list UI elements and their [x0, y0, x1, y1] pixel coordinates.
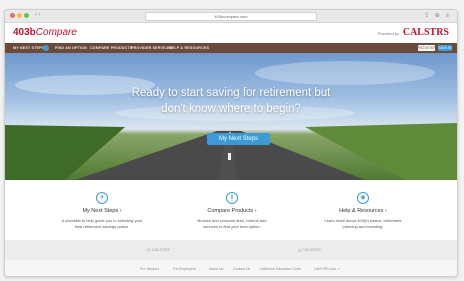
- close-window-icon[interactable]: [10, 13, 15, 18]
- footer-link-about[interactable]: About Us: [209, 267, 223, 271]
- my-next-steps-button[interactable]: My Next Steps: [207, 133, 270, 145]
- nav-my-next-steps[interactable]: MY NEXT STEPS: [13, 46, 44, 50]
- hero-headline: Ready to start saving for retirement but…: [5, 85, 457, 117]
- maximize-window-icon[interactable]: [24, 13, 29, 18]
- feature-title[interactable]: Compare Products ›: [162, 208, 302, 214]
- address-bar[interactable]: 403bcompare.com: [145, 12, 317, 21]
- footer-logo-left[interactable]: ◎ CALSTRS: [147, 247, 170, 252]
- feature-description: Learn more about 403(b) basics, retireme…: [293, 218, 433, 229]
- footer-link-employers[interactable]: For Employers: [173, 267, 196, 271]
- nav-compare-products[interactable]: COMPARE PRODUCTS: [90, 46, 132, 50]
- browser-tools-icons[interactable]: ⇪ ⊕ ≡: [424, 12, 451, 19]
- nav-provider-services[interactable]: PROVIDER SERVICES: [131, 46, 172, 50]
- logo-prefix: 403b: [13, 27, 36, 38]
- nav-help-resources[interactable]: HELP & RESOURCES: [169, 46, 209, 50]
- footer-links: For Vendors For Employers About Us Conta…: [5, 260, 457, 276]
- feature-help-resources[interactable]: ◉ Help & Resources › Learn more about 40…: [293, 186, 433, 229]
- nav-badge: [43, 45, 49, 51]
- footer-logo-right[interactable]: ◬ CALSTRS: [298, 247, 321, 252]
- feature-description: Browse and compare fees, returns and ser…: [162, 218, 302, 229]
- footer-link-contact[interactable]: Contact Us: [233, 267, 250, 271]
- feature-description: A checklist to help guide you in selecti…: [32, 218, 172, 229]
- hero-banner: Ready to start saving for retirement but…: [5, 53, 457, 180]
- bars-icon: ⫴: [226, 192, 238, 204]
- feature-desc-line: planning and investing.: [342, 223, 384, 229]
- feature-desc-line: best retirement savings option.: [74, 223, 130, 229]
- chat-icon: ◉: [357, 192, 369, 204]
- browser-back-forward-icons[interactable]: ‹ ›: [35, 12, 41, 18]
- sign-in-button[interactable]: SIGN IN: [438, 45, 452, 51]
- feature-desc-line: services to find your best option.: [203, 223, 261, 229]
- powered-by-label: Provided by: [377, 31, 399, 36]
- minimize-window-icon[interactable]: [17, 13, 22, 18]
- footer-logos: ◎ CALSTRS ◬ CALSTRS: [5, 240, 457, 260]
- feature-title[interactable]: My Next Steps ›: [32, 208, 172, 214]
- footer-link-calstrs[interactable]: CalSTRS.com ↗: [314, 267, 340, 271]
- compass-icon: ✈: [96, 192, 108, 204]
- browser-toolbar: ‹ › 403bcompare.com ⇪ ⊕ ≡: [5, 10, 457, 23]
- site-logo[interactable]: 403bCompare: [13, 27, 77, 38]
- hero-line-1: Ready to start saving for retirement but: [131, 87, 331, 99]
- nav-find-an-option[interactable]: FIND AN OPTION: [55, 46, 87, 50]
- logo-suffix: Compare: [35, 27, 77, 38]
- hero-line-2: don't know where to begin?: [161, 103, 301, 115]
- features-section: ✈ My Next Steps › A checklist to help gu…: [5, 180, 457, 240]
- feature-title[interactable]: Help & Resources ›: [293, 208, 433, 214]
- feature-compare-products[interactable]: ⫴ Compare Products › Browse and compare …: [162, 186, 302, 229]
- footer-link-vendors[interactable]: For Vendors: [140, 267, 159, 271]
- browser-window: ‹ › 403bcompare.com ⇪ ⊕ ≡ 403bCompare Pr…: [4, 9, 458, 277]
- partner-logo[interactable]: CALSTRS: [403, 27, 449, 38]
- feature-my-next-steps[interactable]: ✈ My Next Steps › A checklist to help gu…: [32, 186, 172, 229]
- register-button[interactable]: REGISTER: [418, 45, 436, 51]
- footer-link-education-code[interactable]: California Education Code: [260, 267, 301, 271]
- main-nav: MY NEXT STEPS FIND AN OPTION COMPARE PRO…: [5, 43, 457, 53]
- site-header: 403bCompare Provided by CALSTRS: [5, 23, 457, 43]
